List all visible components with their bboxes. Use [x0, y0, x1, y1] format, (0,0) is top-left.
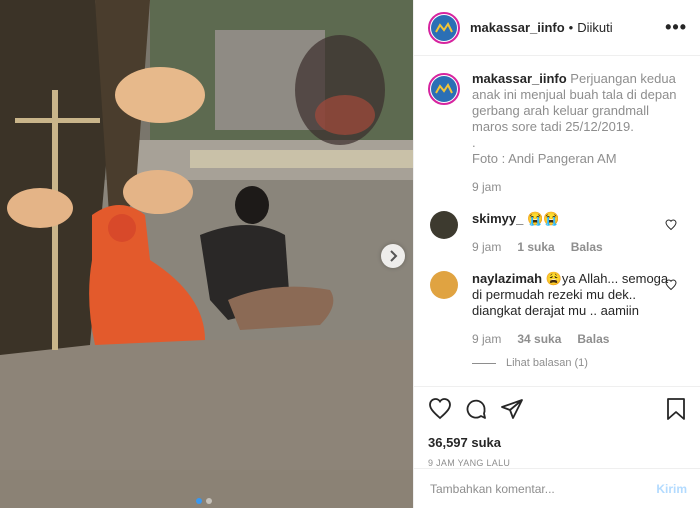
comment-avatar[interactable] [430, 211, 458, 239]
comment-body: naylazimah 😩ya Allah... semoga di permud… [472, 271, 672, 347]
view-replies-button[interactable]: Lihat balasan (1) [472, 357, 687, 369]
replies-divider [472, 362, 496, 364]
comment-item: naylazimah 😩ya Allah... semoga di permud… [428, 271, 687, 347]
post-timestamp[interactable]: 9 JAM YANG LALU [428, 458, 687, 468]
likes-count[interactable]: 36,597 suka [428, 435, 687, 450]
action-icons [428, 395, 687, 423]
comment-icon[interactable] [464, 397, 488, 421]
caption-text-block: makassar_iinfo Perjuangan kedua anak ini… [472, 71, 677, 135]
photo-scene [0, 0, 413, 508]
caption-meta: 9 jam [472, 179, 677, 195]
carousel-dot-active [196, 498, 202, 504]
chevron-right-icon [390, 250, 398, 262]
post-actions: 36,597 suka 9 JAM YANG LALU [414, 386, 700, 468]
follow-status-button[interactable]: Diikuti [577, 20, 612, 35]
post-sidebar: makassar_iinfo • Diikuti ••• makassar_ii… [413, 0, 700, 508]
comment-likes[interactable]: 1 suka [517, 239, 554, 255]
comment-username[interactable]: naylazimah [472, 271, 542, 286]
reply-button[interactable]: Balas [571, 239, 603, 255]
carousel-indicator [196, 498, 212, 504]
bookmark-icon[interactable] [665, 397, 687, 421]
caption: makassar_iinfo Perjuangan kedua anak ini… [428, 71, 687, 195]
share-icon[interactable] [500, 397, 524, 421]
comments-list[interactable]: makassar_iinfo Perjuangan kedua anak ini… [414, 57, 700, 385]
account-logo-icon [431, 76, 457, 102]
comment-body: skimyy_ 😭😭 9 jam 1 suka Balas [472, 211, 672, 255]
comment-avatar[interactable] [430, 271, 458, 299]
comment-likes[interactable]: 34 suka [517, 331, 561, 347]
caption-credit: Foto : Andi Pangeran AM [472, 151, 617, 166]
account-avatar[interactable] [428, 11, 460, 44]
comment-heart-icon[interactable] [665, 279, 677, 291]
comment-time[interactable]: 9 jam [472, 239, 501, 255]
caption-username[interactable]: makassar_iinfo [472, 71, 567, 86]
header-separator: • [568, 20, 574, 35]
comment-meta: 9 jam 34 suka Balas [472, 331, 672, 347]
instagram-post: makassar_iinfo • Diikuti ••• makassar_ii… [0, 0, 700, 508]
post-comment-button[interactable]: Kirim [656, 482, 687, 496]
account-logo-icon [431, 14, 457, 41]
view-replies-label: Lihat balasan (1) [506, 357, 588, 369]
caption-avatar[interactable] [428, 73, 460, 105]
caption-time[interactable]: 9 jam [472, 179, 501, 195]
post-photo[interactable] [0, 0, 413, 508]
next-photo-button[interactable] [381, 244, 405, 268]
comment-heart-icon[interactable] [665, 219, 677, 231]
add-comment-bar: Kirim [414, 468, 700, 508]
comment-username[interactable]: skimyy_ [472, 211, 523, 226]
carousel-dot [206, 498, 212, 504]
comment-input[interactable] [428, 480, 657, 497]
post-header: makassar_iinfo • Diikuti ••• [414, 0, 700, 56]
caption-body: makassar_iinfo Perjuangan kedua anak ini… [472, 71, 677, 195]
comment-time[interactable]: 9 jam [472, 331, 501, 347]
caption-dot: . [472, 135, 476, 150]
comment-meta: 9 jam 1 suka Balas [472, 239, 672, 255]
reply-button[interactable]: Balas [577, 331, 609, 347]
heart-icon[interactable] [428, 397, 452, 421]
header-username[interactable]: makassar_iinfo [470, 20, 565, 35]
comment-item: skimyy_ 😭😭 9 jam 1 suka Balas [428, 211, 687, 255]
comment-text: 😭😭 [526, 211, 560, 226]
more-icon[interactable]: ••• [665, 17, 687, 38]
